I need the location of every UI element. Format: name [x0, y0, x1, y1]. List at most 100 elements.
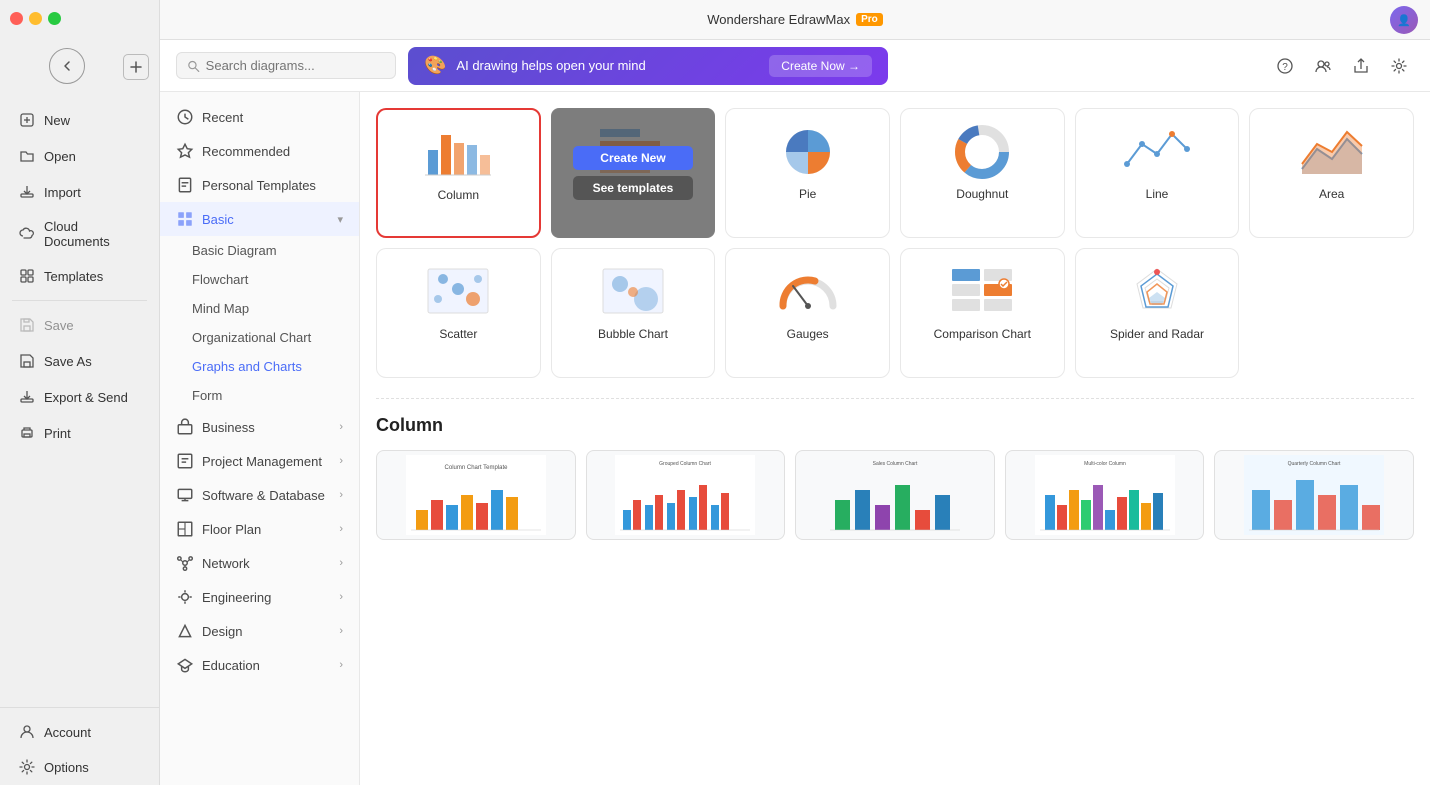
sidebar-item-label: Export & Send: [44, 390, 128, 405]
svg-text:Sales Column Chart: Sales Column Chart: [873, 461, 918, 467]
chart-card-label: Scatter: [439, 327, 477, 341]
sidebar-item-options[interactable]: Options: [6, 750, 153, 784]
business-icon: [176, 418, 194, 436]
minimize-button[interactable]: [29, 12, 42, 25]
close-button[interactable]: [10, 12, 23, 25]
back-icon: [60, 59, 74, 73]
template-thumb-3[interactable]: Sales Column Chart: [795, 450, 995, 540]
template-thumb-2[interactable]: Grouped Column Chart: [586, 450, 786, 540]
new-icon: [18, 111, 36, 129]
share-button[interactable]: [1346, 51, 1376, 81]
traffic-lights: [10, 12, 61, 25]
chart-card-spider[interactable]: Spider and Radar: [1075, 248, 1240, 378]
chart-card-label: Comparison Chart: [934, 327, 1031, 341]
import-icon: [18, 183, 36, 201]
template-thumb-1[interactable]: Column Chart Template: [376, 450, 576, 540]
sidebar-item-new[interactable]: New: [6, 103, 153, 137]
templates-icon: [18, 267, 36, 285]
nav-item-design[interactable]: Design ›: [160, 614, 359, 648]
help-button[interactable]: ?: [1270, 51, 1300, 81]
sidebar-item-templates[interactable]: Templates: [6, 259, 153, 293]
avatar[interactable]: 👤: [1390, 6, 1418, 34]
nav-item-software[interactable]: Software & Database ›: [160, 478, 359, 512]
chart-card-doughnut[interactable]: Doughnut: [900, 108, 1065, 238]
community-button[interactable]: [1308, 51, 1338, 81]
settings-icon: [1390, 57, 1408, 75]
sub-nav-form[interactable]: Form: [160, 381, 359, 410]
nav-item-basic[interactable]: Basic ▾: [160, 202, 359, 236]
sidebar-item-label: Templates: [44, 269, 103, 284]
sidebar-item-export[interactable]: Export & Send: [6, 380, 153, 414]
share-icon: [1352, 57, 1370, 75]
design-icon: [176, 622, 194, 640]
create-new-button[interactable]: Create New: [573, 146, 693, 170]
nav-item-education[interactable]: Education ›: [160, 648, 359, 682]
nav-item-recommended[interactable]: Recommended: [160, 134, 359, 168]
chart-card-label: Pie: [799, 187, 816, 201]
nav-item-business[interactable]: Business ›: [160, 410, 359, 444]
maximize-button[interactable]: [48, 12, 61, 25]
sidebar-item-save-as[interactable]: Save As: [6, 344, 153, 378]
chart-card-column[interactable]: Column: [376, 108, 541, 238]
nav-item-project[interactable]: Project Management ›: [160, 444, 359, 478]
nav-item-network[interactable]: Network ›: [160, 546, 359, 580]
chevron-down-icon: ▾: [337, 213, 343, 226]
new-button[interactable]: [123, 54, 149, 80]
search-box[interactable]: [176, 52, 396, 79]
chart-card-label: Bubble Chart: [598, 327, 668, 341]
sub-nav-org-chart[interactable]: Organizational Chart: [160, 323, 359, 352]
pie-chart-preview: [772, 121, 844, 181]
nav-item-engineering[interactable]: Engineering ›: [160, 580, 359, 614]
see-templates-button[interactable]: See templates: [573, 176, 693, 200]
svg-text:Multi-color Column: Multi-color Column: [1084, 461, 1126, 467]
chart-card-area[interactable]: Area: [1249, 108, 1414, 238]
templates-row: Column Chart Template: [376, 450, 1414, 540]
account-icon: [18, 723, 36, 741]
sub-nav-graphs-charts[interactable]: Graphs and Charts: [160, 352, 359, 381]
nav-item-personal[interactable]: Personal Templates: [160, 168, 359, 202]
settings-button[interactable]: [1384, 51, 1414, 81]
sub-nav-flowchart[interactable]: Flowchart: [160, 265, 359, 294]
chart-card-line[interactable]: Line: [1075, 108, 1240, 238]
back-button[interactable]: [49, 48, 85, 84]
chart-card-pie[interactable]: Pie: [725, 108, 890, 238]
community-icon: [1314, 57, 1332, 75]
plus-icon: [129, 60, 143, 74]
sidebar-item-account[interactable]: Account: [6, 715, 153, 749]
ai-create-now-button[interactable]: Create Now →: [769, 55, 872, 77]
sidebar-item-print[interactable]: Print: [6, 416, 153, 450]
nav-item-floorplan[interactable]: Floor Plan ›: [160, 512, 359, 546]
section-title: Column: [376, 415, 1414, 436]
sub-nav-mind-map[interactable]: Mind Map: [160, 294, 359, 323]
search-input[interactable]: [206, 58, 385, 73]
sidebar-item-open[interactable]: Open: [6, 139, 153, 173]
nav-item-recent[interactable]: Recent: [160, 100, 359, 134]
clock-icon: [176, 108, 194, 126]
chart-card-label: Area: [1319, 187, 1344, 201]
sub-nav-basic-diagram[interactable]: Basic Diagram: [160, 236, 359, 265]
cloud-icon: [18, 225, 36, 243]
chart-card-comparison[interactable]: Comparison Chart: [900, 248, 1065, 378]
main-panel: Wondershare EdrawMax Pro 👤 🎨 AI drawing …: [160, 0, 1430, 785]
chart-card-gauges[interactable]: Gauges: [725, 248, 890, 378]
chart-card-scatter[interactable]: Scatter: [376, 248, 541, 378]
floorplan-icon: [176, 520, 194, 538]
template-thumb-5[interactable]: Quarterly Column Chart: [1214, 450, 1414, 540]
sidebar-item-label: Account: [44, 725, 91, 740]
basic-icon: [176, 210, 194, 228]
nav-item-label: Design: [202, 624, 242, 639]
sidebar-item-save[interactable]: Save: [6, 308, 153, 342]
sidebar-item-cloud[interactable]: Cloud Documents: [6, 211, 153, 257]
template-thumb-4[interactable]: Multi-color Column: [1005, 450, 1205, 540]
sidebar-item-import[interactable]: Import: [6, 175, 153, 209]
area-chart-preview: [1296, 121, 1368, 181]
nav-item-label: Engineering: [202, 590, 271, 605]
chart-card-label: Spider and Radar: [1110, 327, 1204, 341]
ai-banner[interactable]: 🎨 AI drawing helps open your mind Create…: [408, 47, 888, 85]
options-icon: [18, 758, 36, 776]
chart-card-bar-wrapper[interactable]: Bar Create New See templates: [551, 108, 716, 238]
network-icon: [176, 554, 194, 572]
chart-card-bubble[interactable]: Bubble Chart: [551, 248, 716, 378]
chart-card-label: Line: [1146, 187, 1169, 201]
save-as-icon: [18, 352, 36, 370]
